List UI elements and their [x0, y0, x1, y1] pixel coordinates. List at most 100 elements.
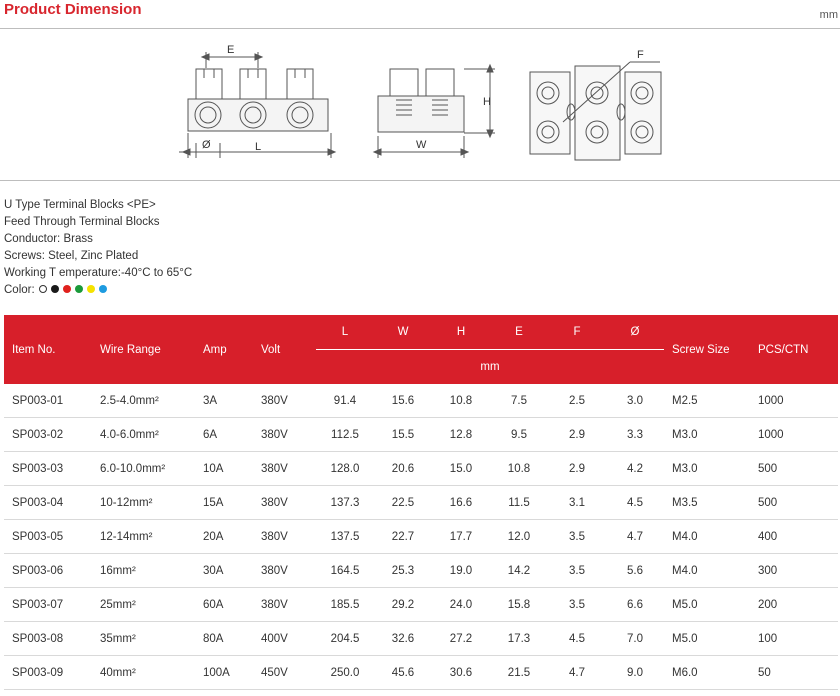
cell-diameter: 3.0 [606, 384, 664, 418]
table-row: SP003-08 35mm² 80A 400V 204.5 32.6 27.2 17.3 4.5… [4, 621, 838, 656]
color-swatch [98, 285, 107, 293]
spec-color-label: Color: [4, 284, 35, 296]
cell-l: 204.5 [316, 621, 374, 656]
cell-amp: 10A [195, 451, 253, 486]
side-view-drawing [372, 63, 495, 158]
cell-e: 9.5 [490, 417, 548, 452]
cell-e: 10.8 [490, 451, 548, 486]
middle-divider [0, 180, 840, 181]
cell-item-no: SP003-02 [4, 417, 92, 452]
header-w: W [397, 326, 409, 338]
cell-f: 3.5 [548, 587, 606, 622]
label-f: F [637, 49, 644, 61]
cell-wire-range: 10-12mm² [92, 485, 195, 520]
header-wire-range: Wire Range [100, 343, 161, 356]
cell-screw-size: M4.0 [664, 553, 750, 588]
table-row: SP003-05 12-14mm² 20A 380V 137.5 22.7 17.7 12.0… [4, 519, 838, 554]
cell-screw-size: M4.0 [664, 519, 750, 554]
cell-item-no: SP003-07 [4, 587, 92, 622]
cell-wire-range: 2.5-4.0mm² [92, 384, 195, 418]
header-screw-size: Screw Size [672, 343, 730, 356]
cell-volt: 380V [253, 384, 316, 418]
label-h: H [483, 96, 491, 108]
header-diameter: Ø [630, 326, 640, 338]
cell-screw-size: M5.0 [664, 587, 750, 622]
cell-w: 15.6 [374, 384, 432, 418]
table-row: SP003-06 16mm² 30A 380V 164.5 25.3 19.0 14.2 3.5… [4, 553, 838, 588]
cell-screw-size: M3.0 [664, 417, 750, 452]
cell-l: 112.5 [316, 417, 374, 452]
label-w: W [416, 139, 427, 151]
cell-w: 45.6 [374, 655, 432, 690]
top-view-drawing [529, 61, 662, 161]
label-l: L [255, 141, 261, 153]
cell-l: 185.5 [316, 587, 374, 622]
cell-pcs-ctn: 300 [750, 553, 838, 588]
spec-list: U Type Terminal Blocks <PE> Feed Through… [4, 197, 192, 299]
table-row: SP003-04 10-12mm² 15A 380V 137.3 22.5 16.6 11.5… [4, 485, 838, 520]
cell-e: 14.2 [490, 553, 548, 588]
spec-type: U Type Terminal Blocks <PE> [4, 199, 156, 211]
cell-diameter: 5.6 [606, 553, 664, 588]
cell-pcs-ctn: 500 [750, 451, 838, 486]
cell-l: 137.5 [316, 519, 374, 554]
spec-conductor: Conductor: Brass [4, 233, 93, 245]
cell-l: 91.4 [316, 384, 374, 418]
cell-e: 7.5 [490, 384, 548, 418]
cell-screw-size: M3.0 [664, 451, 750, 486]
cell-f: 2.9 [548, 451, 606, 486]
top-divider [0, 28, 840, 29]
cell-f: 4.7 [548, 655, 606, 690]
cell-item-no: SP003-05 [4, 519, 92, 554]
cell-wire-range: 25mm² [92, 587, 195, 622]
table-row: SP003-02 4.0-6.0mm² 6A 380V 112.5 15.5 12.8 9.5… [4, 417, 838, 452]
page-title: Product Dimension [4, 1, 142, 18]
cell-w: 20.6 [374, 451, 432, 486]
cell-volt: 380V [253, 485, 316, 520]
cell-w: 15.5 [374, 417, 432, 452]
cell-e: 15.8 [490, 587, 548, 622]
cell-volt: 450V [253, 655, 316, 690]
cell-f: 3.5 [548, 519, 606, 554]
cell-diameter: 6.6 [606, 587, 664, 622]
cell-pcs-ctn: 200 [750, 587, 838, 622]
label-diameter: Ø [202, 139, 211, 151]
cell-amp: 60A [195, 587, 253, 622]
cell-wire-range: 12-14mm² [92, 519, 195, 554]
cell-h: 12.8 [432, 417, 490, 452]
table-header-row: Item No. Wire Range Amp Volt L W H E F Ø… [4, 315, 838, 356]
spec-feed: Feed Through Terminal Blocks [4, 216, 160, 228]
cell-pcs-ctn: 50 [750, 655, 838, 690]
cell-l: 164.5 [316, 553, 374, 588]
cell-diameter: 4.2 [606, 451, 664, 486]
cell-pcs-ctn: 1000 [750, 417, 838, 452]
table-row: SP003-03 6.0-10.0mm² 10A 380V 128.0 20.6 15.0 1… [4, 451, 838, 486]
cell-pcs-ctn: 500 [750, 485, 838, 520]
cell-l: 128.0 [316, 451, 374, 486]
header-h: H [456, 326, 466, 338]
table-row: SP003-01 2.5-4.0mm² 3A 380V 91.4 15.6 10.8 7.5 2… [4, 384, 838, 418]
color-swatch [74, 285, 83, 293]
cell-pcs-ctn: 1000 [750, 384, 838, 418]
unit-label: mm [819, 9, 838, 21]
cell-h: 10.8 [432, 384, 490, 418]
cell-volt: 380V [253, 417, 316, 452]
cell-w: 25.3 [374, 553, 432, 588]
cell-screw-size: M3.5 [664, 485, 750, 520]
header-amp: Amp [203, 343, 227, 356]
color-swatch [50, 285, 59, 293]
color-swatch [62, 285, 71, 293]
cell-h: 30.6 [432, 655, 490, 690]
dimension-table: Item No. Wire Range Amp Volt L W H E F Ø… [4, 315, 838, 690]
spec-screws: Screws: Steel, Zinc Plated [4, 250, 139, 262]
cell-diameter: 3.3 [606, 417, 664, 452]
cell-item-no: SP003-03 [4, 451, 92, 486]
cell-l: 250.0 [316, 655, 374, 690]
cell-amp: 100A [195, 655, 253, 690]
cell-diameter: 4.5 [606, 485, 664, 520]
cell-w: 22.5 [374, 485, 432, 520]
cell-screw-size: M6.0 [664, 655, 750, 690]
cell-w: 29.2 [374, 587, 432, 622]
cell-w: 32.6 [374, 621, 432, 656]
cell-wire-range: 4.0-6.0mm² [92, 417, 195, 452]
